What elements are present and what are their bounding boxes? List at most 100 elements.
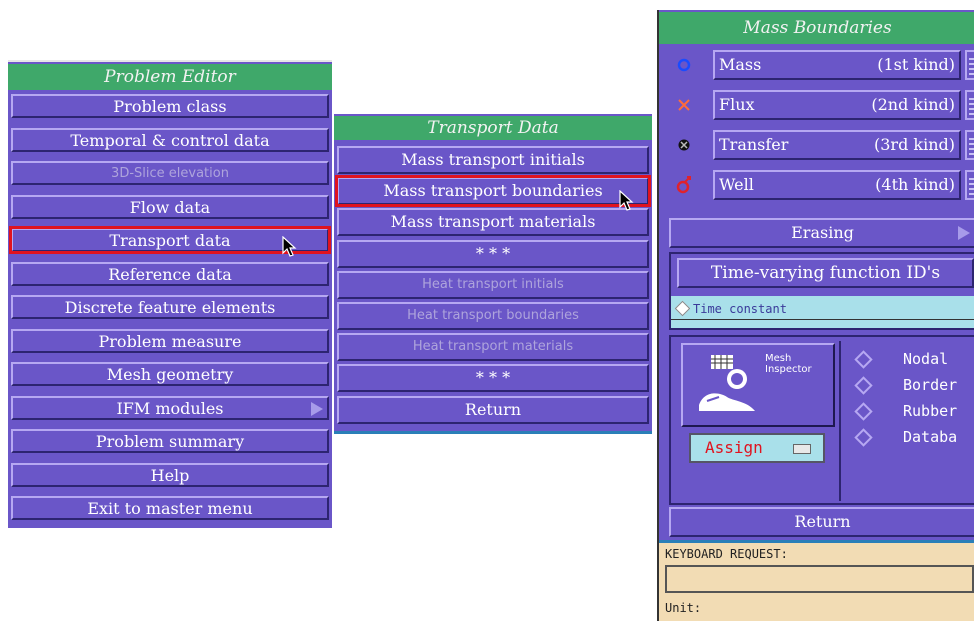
menu-item-exit-to-master-menu[interactable]: Exit to master menu [11,496,329,520]
menu-item-label: Problem measure [98,331,242,351]
menu-item-label: * * * [475,368,511,388]
radio-diamond-icon [854,402,873,421]
boundary-options-icon[interactable] [965,50,974,80]
boundary-row-mass: Mass (1st kind) [659,48,974,82]
problem-editor-title: Problem Editor [8,64,332,90]
menu-item-heat-transport-materials[interactable]: Heat transport materials [337,333,649,362]
menu-item-label: 3D-Slice elevation [111,166,229,181]
boundary-kind: (4th kind) [875,175,955,194]
boundary-options-icon[interactable] [965,170,974,200]
menu-item-mesh-geometry[interactable]: Mesh geometry [11,362,329,386]
boundary-flux-button[interactable]: Flux (2nd kind) [713,90,961,120]
boundary-options-icon[interactable] [965,130,974,160]
boundary-name: Mass [719,55,762,74]
menu-item-label: Temporal & control data [70,130,270,150]
mesh-inspector-icon [699,355,755,411]
keyboard-request-area: KEYBOARD REQUEST: Unit: [659,543,974,621]
radio-option-label: Border [903,376,958,394]
radio-option-databa[interactable]: Databa [853,427,974,449]
mass-boundaries-title: Mass Boundaries [659,12,974,44]
circle-icon [677,58,691,72]
menu-item-heat-transport-boundaries[interactable]: Heat transport boundaries [337,302,649,330]
menu-item-problem-measure[interactable]: Problem measure [11,328,329,353]
mouse-pointer-icon [619,190,634,211]
menu-item-label: Heat transport boundaries [407,308,579,323]
menu-item-mass-transport-materials[interactable]: Mass transport materials [337,208,649,237]
radio-option-label: Databa [903,428,958,446]
menu-item-reference-data[interactable]: Reference data [11,261,329,286]
erasing-button[interactable]: Erasing [669,218,974,248]
radio-option-label: Rubber [903,402,958,420]
keyboard-request-input[interactable] [665,565,974,593]
menu-item-mass-transport-boundaries[interactable]: Mass transport boundaries [335,175,651,208]
menu-item-label: Discrete feature elements [64,298,276,317]
mesh-label: Mesh [765,353,792,364]
time-varying-label: Time-varying function ID's [710,263,941,283]
keyboard-request-label: KEYBOARD REQUEST: [665,547,788,561]
boundary-mass-button[interactable]: Mass (1st kind) [713,50,961,80]
menu-item-heat-transport-initials[interactable]: Heat transport initials [337,270,649,299]
menu-item-mass-transport-initials[interactable]: Mass transport initials [337,146,649,174]
menu-item-label: Mesh geometry [106,365,234,384]
inspector-section: Mesh Inspector Assign Nodal Border Rubber D… [669,335,974,505]
menu-item-label: Flow data [129,197,211,217]
menu-item-label: Return [464,399,522,419]
menu-item-3d-slice-elevation[interactable]: 3D-Slice elevation [11,161,329,185]
boundary-transfer-button[interactable]: Transfer (3rd kind) [713,130,961,160]
return-button[interactable]: Return [669,507,974,537]
erasing-label: Erasing [791,223,854,242]
diamond-icon [674,300,691,317]
boundary-name: Transfer [719,135,789,154]
menu-item-label: Heat transport initials [422,276,564,292]
time-varying-section: Time-varying function ID's Time constant [669,252,974,330]
mouse-pointer-icon [282,236,297,257]
radio-option-border[interactable]: Border [853,375,974,397]
menu-item-label: Heat transport materials [412,339,574,355]
menu-item-label: Problem summary [95,432,245,451]
radio-option-label: Nodal [903,350,949,368]
menu-item-discrete-feature-elements[interactable]: Discrete feature elements [11,295,329,319]
boundary-well-button[interactable]: Well (4th kind) [713,170,961,200]
transport-data-title: Transport Data [334,116,652,140]
boundary-row-well: Well (4th kind) [659,168,974,202]
problem-editor-panel: Problem Editor Problem class Temporal & c… [8,60,332,528]
menu-item-temporal-control-data[interactable]: Temporal & control data [11,127,329,152]
boundary-name: Well [719,175,754,194]
radio-option-nodal[interactable]: Nodal [853,349,974,371]
boundary-name: Flux [719,95,755,114]
menu-item-help[interactable]: Help [11,462,329,487]
mesh-inspector-button[interactable]: Mesh Inspector [681,343,835,427]
menu-item-label: * * * [475,243,511,263]
menu-item-label: Reference data [108,264,232,284]
unit-label: Unit: [665,601,702,615]
submenu-arrow-icon [311,401,323,416]
menu-item-label: IFM modules [116,398,224,418]
radio-diamond-icon [854,376,873,395]
cross-circle-icon [678,139,690,151]
radio-option-rubber[interactable]: Rubber [853,401,974,423]
boundary-kind: (2nd kind) [871,95,955,114]
cross-icon [678,99,690,111]
toggle-indicator-icon [793,444,811,454]
menu-item-return[interactable]: Return [337,395,649,424]
menu-item-problem-summary[interactable]: Problem summary [11,429,329,453]
boundary-kind: (3rd kind) [874,135,955,154]
boundary-options-icon[interactable] [965,90,974,120]
horizontal-scrollbar[interactable] [671,319,974,328]
assign-button[interactable]: Assign [689,433,825,463]
submenu-arrow-icon [958,226,970,240]
menu-item-label: Help [150,465,190,485]
inspector-label: Inspector [765,364,812,375]
mesh-inspector-label: Mesh Inspector [765,353,812,375]
menu-item-label: Problem class [113,97,227,116]
boundary-row-flux: Flux (2nd kind) [659,88,974,122]
menu-item-label: Mass transport boundaries [383,181,603,201]
transport-data-panel: Transport Data Mass transport initials Ma… [334,114,652,434]
return-label: Return [794,512,851,531]
menu-item-flow-data[interactable]: Flow data [11,194,329,219]
menu-item-label: Transport data [109,231,231,250]
time-varying-button[interactable]: Time-varying function ID's [677,258,974,288]
menu-item-problem-class[interactable]: Problem class [11,94,329,118]
menu-item-ifm-modules[interactable]: IFM modules [11,395,329,420]
menu-item-label: Mass transport initials [401,150,585,169]
